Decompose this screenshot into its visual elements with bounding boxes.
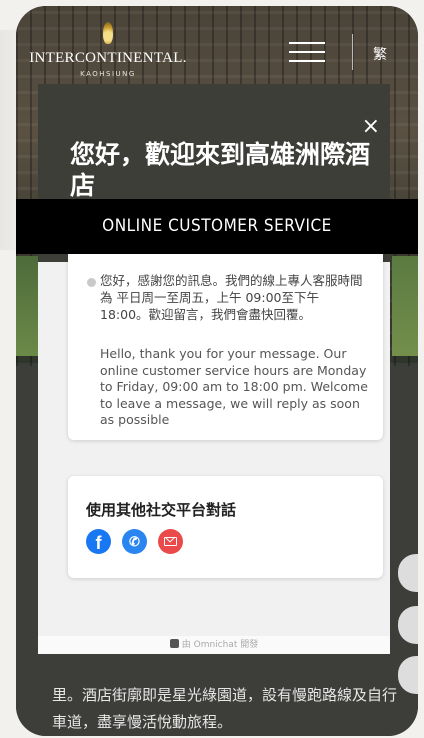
social-platforms-title: 使用其他社交平台對話: [86, 501, 237, 519]
hamburger-menu-icon[interactable]: [289, 40, 325, 64]
online-customer-service-banner[interactable]: ONLINE CUSTOMER SERVICE: [16, 199, 418, 254]
powered-by-text: 由 Omnichat 開發: [181, 640, 259, 650]
welcome-message-en: Hello, thank you for your message. Our o…: [100, 346, 368, 427]
chat-footer: 由 Omnichat 開發: [38, 636, 390, 654]
chat-greeting: 您好，歡迎來到高雄洲際酒店: [70, 140, 371, 200]
foliage-left: [16, 256, 40, 356]
facebook-icon[interactable]: f: [86, 529, 111, 554]
hotel-logo[interactable]: INTERCONTINENTAL. KAOHSIUNG: [28, 22, 188, 78]
brand-city: KAOHSIUNG: [80, 70, 136, 78]
foliage-right: [392, 256, 418, 356]
omnichat-icon: [169, 639, 179, 648]
page-body-text: 里。酒店街廓即是星光綠園道，設有慢跑路線及自行車道，盡享慢活悅動旅程。: [52, 686, 398, 731]
phone-frame: INTERCONTINENTAL. KAOHSIUNG 繁 × 您好，歡迎來到高…: [16, 6, 418, 736]
language-toggle[interactable]: 繁: [373, 44, 387, 64]
brand-name: INTERCONTINENTAL.: [29, 50, 187, 66]
social-icon-row: f ✆: [86, 529, 183, 554]
phone-icon[interactable]: ✆: [122, 529, 147, 554]
chat-widget: × 您好，歡迎來到高雄洲際酒店 您好，感謝您的訊息。我們的線上專人客服時間為 平…: [38, 84, 390, 654]
mail-icon[interactable]: [158, 529, 183, 554]
agent-avatar: [87, 278, 96, 287]
flame-icon: [103, 22, 113, 44]
social-platforms-card: 使用其他社交平台對話 f ✆: [68, 476, 383, 578]
welcome-message-card: 您好，感謝您的訊息。我們的線上專人客服時間為 平日周一至周五，上午 09:00至…: [68, 234, 383, 440]
close-icon[interactable]: ×: [362, 114, 380, 139]
welcome-message-zh: 您好，感謝您的訊息。我們的線上專人客服時間為 平日周一至周五，上午 09:00至…: [100, 273, 363, 322]
header-divider: [352, 34, 353, 70]
